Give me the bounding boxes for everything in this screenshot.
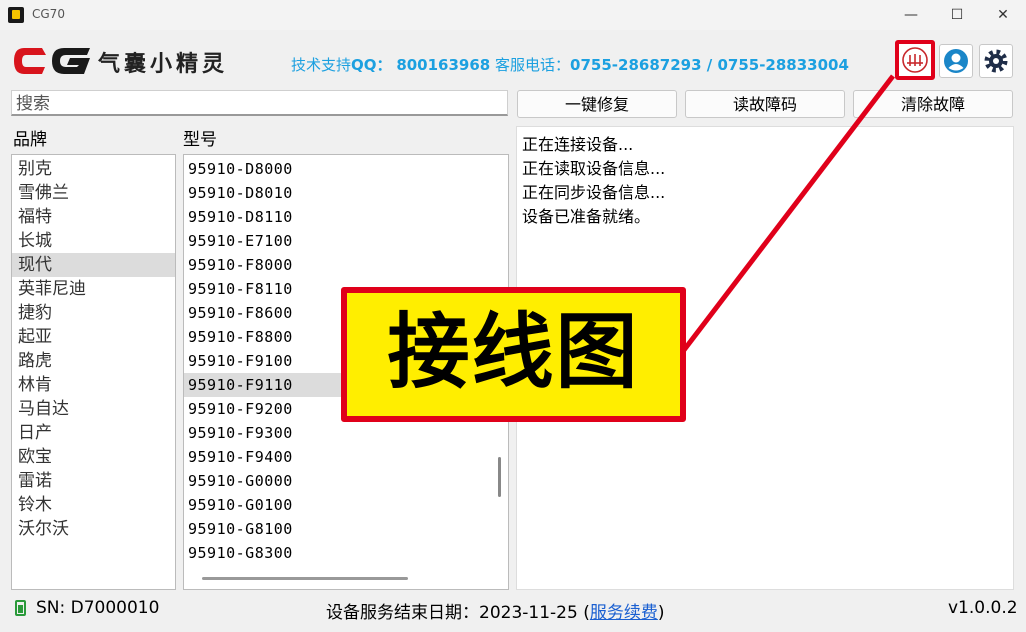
log-line: 正在同步设备信息...	[522, 183, 666, 202]
brand-item[interactable]: 雪佛兰	[12, 181, 175, 205]
model-label: 型号	[183, 130, 217, 150]
brand-item[interactable]: 路虎	[12, 349, 175, 373]
brand-label: 品牌	[13, 130, 47, 150]
version-label: v1.0.0.2	[948, 598, 1018, 618]
brand-item[interactable]: 日产	[12, 421, 175, 445]
maximize-button[interactable]: ☐	[934, 0, 980, 30]
app-header: 气囊小精灵 技术支持QQ： 800163968 客服电话：0755-286872…	[0, 30, 1026, 88]
model-item[interactable]: 95910-E7100	[184, 229, 508, 253]
brand-item[interactable]: 欧宝	[12, 445, 175, 469]
brand-item[interactable]: 沃尔沃	[12, 517, 175, 541]
qq-number: 800163968	[396, 56, 491, 74]
wiring-diagram-button[interactable]	[895, 40, 935, 80]
brand-item[interactable]: 雷诺	[12, 469, 175, 493]
horizontal-scrollbar[interactable]	[202, 577, 408, 580]
brand-item[interactable]: 林肯	[12, 373, 175, 397]
model-item[interactable]: 95910-D8010	[184, 181, 508, 205]
app-icon	[8, 7, 24, 23]
close-button[interactable]: ✕	[980, 0, 1026, 30]
brand-item[interactable]: 起亚	[12, 325, 175, 349]
model-item[interactable]: 95910-F9400	[184, 445, 508, 469]
model-item[interactable]: 95910-G0100	[184, 493, 508, 517]
service-end-date: 2023-11-25	[479, 603, 578, 623]
model-item[interactable]: 95910-G8100	[184, 517, 508, 541]
battery-icon	[15, 600, 26, 616]
service-info: 设备服务结束日期：2023-11-25 (服务续费)	[326, 598, 664, 623]
log-line: 设备已准备就绪。	[522, 207, 651, 226]
model-item[interactable]: 95910-D8110	[184, 205, 508, 229]
brand-item[interactable]: 铃木	[12, 493, 175, 517]
vertical-scrollbar[interactable]	[498, 457, 501, 497]
minimize-button[interactable]: —	[888, 0, 934, 30]
wiring-diagram-callout: 接线图	[341, 287, 686, 422]
model-item[interactable]: 95910-D8000	[184, 157, 508, 181]
model-item[interactable]: 95910-G8300	[184, 541, 508, 565]
title-bar: CG70 — ☐ ✕	[0, 0, 1026, 30]
paren-close: )	[657, 603, 665, 623]
brand-item[interactable]: 长城	[12, 229, 175, 253]
model-item[interactable]: 95910-G0000	[184, 469, 508, 493]
search-input[interactable]: 搜索	[11, 90, 508, 116]
serial-number: SN: D7000010	[36, 598, 160, 618]
model-item[interactable]: 95910-F8000	[184, 253, 508, 277]
user-icon	[944, 49, 968, 73]
service-end-label: 设备服务结束日期：	[326, 603, 479, 623]
brand-item[interactable]: 英菲尼迪	[12, 277, 175, 301]
log-line: 正在读取设备信息...	[522, 159, 666, 178]
phone-label: 客服电话：	[495, 56, 571, 74]
one-click-repair-button[interactable]: 一键修复	[517, 90, 677, 118]
paren-open: (	[583, 603, 590, 623]
brand-item[interactable]: 捷豹	[12, 301, 175, 325]
model-item[interactable]: 95910-F9300	[184, 421, 508, 445]
wiring-diagram-icon	[902, 47, 928, 73]
renew-service-link[interactable]: 服务续费	[590, 603, 658, 623]
read-fault-code-button[interactable]: 读故障码	[685, 90, 845, 118]
brand-item[interactable]: 福特	[12, 205, 175, 229]
user-button[interactable]	[939, 44, 973, 78]
log-line: 正在连接设备...	[522, 135, 634, 154]
qq-label: QQ：	[351, 56, 392, 74]
brand-item[interactable]: 现代	[12, 253, 175, 277]
brand-list[interactable]: 别克 雪佛兰 福特 长城 现代 英菲尼迪 捷豹 起亚 路虎 林肯 马自达 日产 欧宝 雷诺 铃木 沃尔沃	[11, 154, 176, 590]
cg-logo	[12, 44, 94, 82]
contact-info: 技术支持QQ： 800163968 客服电话：0755-28687293 / 0…	[291, 54, 849, 75]
window-title: CG70	[32, 7, 65, 21]
brand-item[interactable]: 别克	[12, 157, 175, 181]
phone-numbers: 0755-28687293 / 0755-28833004	[570, 56, 849, 74]
clear-fault-button[interactable]: 清除故障	[853, 90, 1013, 118]
support-label: 技术支持	[291, 56, 352, 74]
app-name: 气囊小精灵	[98, 51, 229, 77]
settings-button[interactable]	[979, 44, 1013, 78]
gear-icon	[984, 49, 1008, 73]
brand-item[interactable]: 马自达	[12, 397, 175, 421]
